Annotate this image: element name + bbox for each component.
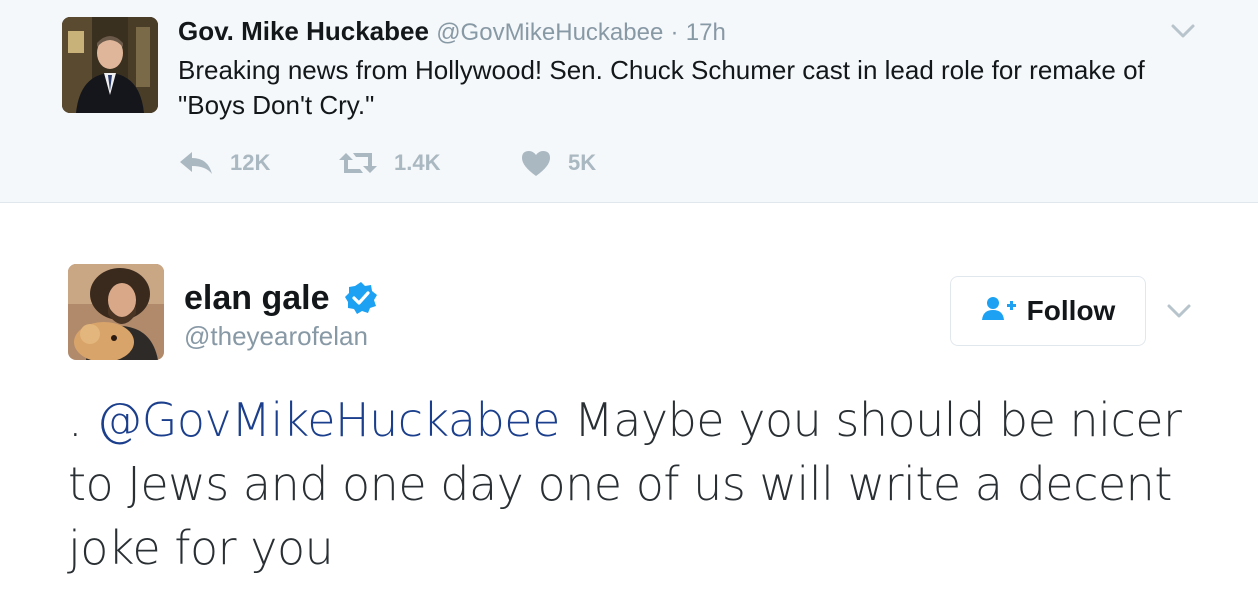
retweet-button[interactable]: 1.4K bbox=[338, 149, 506, 177]
reply-count: 12K bbox=[230, 150, 271, 175]
separator-dot: · bbox=[670, 19, 679, 46]
parent-tweet-text: Breaking news from Hollywood! Sen. Chuck… bbox=[178, 55, 1145, 120]
tweet-actions: 12K 1.4K 5K bbox=[178, 146, 596, 180]
tweet-text-prefix: . bbox=[68, 393, 97, 447]
chevron-down-icon[interactable] bbox=[1164, 300, 1194, 322]
author-handle[interactable]: @theyearofelan bbox=[184, 320, 368, 352]
follow-person-icon bbox=[981, 295, 1027, 328]
like-count: 5K bbox=[568, 150, 597, 175]
follow-button[interactable]: Follow bbox=[950, 276, 1146, 346]
reply-icon bbox=[178, 150, 214, 176]
reply-button[interactable]: 12K bbox=[178, 150, 298, 176]
verified-badge-icon bbox=[344, 281, 378, 315]
author-handle[interactable]: @GovMikeHuckabee bbox=[436, 19, 663, 46]
retweet-count: 1.4K bbox=[394, 150, 441, 175]
mention-link[interactable]: @GovMikeHuckabee bbox=[96, 393, 560, 447]
tweet-timestamp[interactable]: 17h bbox=[686, 19, 726, 46]
tweet-text: . @GovMikeHuckabee Maybe you should be n… bbox=[68, 388, 1208, 580]
retweet-icon bbox=[338, 149, 378, 177]
follow-label: Follow bbox=[1026, 295, 1116, 326]
author-name[interactable]: elan gale bbox=[184, 278, 330, 318]
author-name[interactable]: Gov. Mike Huckabee bbox=[178, 16, 429, 46]
parent-tweet-header: Gov. Mike Huckabee @GovMikeHuckabee · 17… bbox=[178, 14, 726, 50]
heart-icon bbox=[520, 149, 552, 177]
chevron-down-icon[interactable] bbox=[1168, 20, 1198, 42]
like-button[interactable]: 5K bbox=[520, 149, 596, 177]
elan-gale-avatar[interactable] bbox=[68, 264, 164, 360]
parent-tweet[interactable]: Gov. Mike Huckabee @GovMikeHuckabee · 17… bbox=[0, 0, 1258, 203]
huckabee-avatar[interactable] bbox=[62, 17, 158, 113]
